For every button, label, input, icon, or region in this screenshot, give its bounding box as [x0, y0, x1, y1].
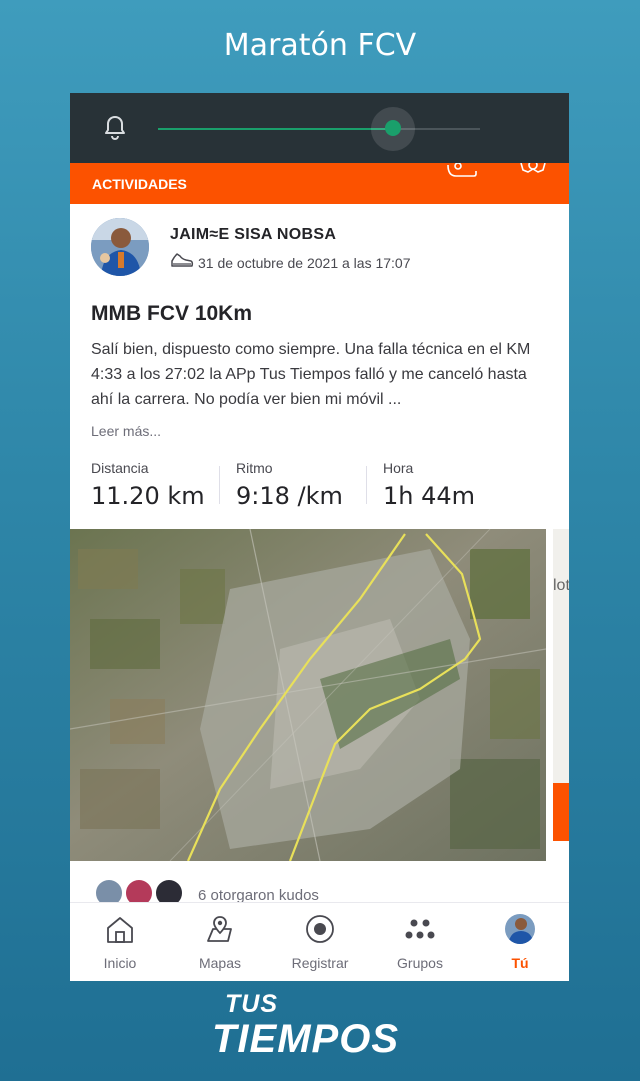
app-screen: ACTIVIDADES JAIM≈E SISA NOBSA 31 de octu…	[70, 93, 569, 981]
kudos-avatar	[94, 878, 124, 902]
tab-label: Mapas	[198, 955, 242, 971]
brightness-slider[interactable]	[158, 107, 480, 151]
stat-label: Ritmo	[236, 460, 273, 476]
activity-description: Salí bien, dispuesto como siempre. Una f…	[91, 341, 531, 408]
notification-bar	[70, 93, 569, 163]
stat-value: 9:18 /km	[236, 482, 343, 510]
groups-icon	[405, 919, 435, 939]
stat-divider	[366, 466, 367, 504]
tab-grupos[interactable]: Grupos	[370, 903, 470, 981]
stat-value: 1h 44m	[383, 482, 476, 510]
record-icon	[306, 915, 334, 943]
profile-avatar	[505, 914, 535, 944]
kudos-count[interactable]: 6 otorgaron kudos	[198, 887, 319, 902]
stat-label: Hora	[383, 460, 414, 476]
tab-label: Inicio	[103, 955, 137, 971]
bottom-tab-bar: Inicio Mapas Registrar Grupos Tú	[70, 902, 569, 981]
chat-icon[interactable]	[444, 163, 478, 179]
stat-label: Distancia	[91, 460, 149, 476]
athlete-avatar[interactable]	[91, 218, 149, 276]
page-title: Maratón FCV	[223, 28, 417, 63]
kudos-avatar	[154, 878, 184, 902]
settings-gear-icon[interactable]	[518, 163, 548, 179]
tab-label: Tú	[511, 955, 529, 971]
tab-label: Registrar	[291, 955, 349, 971]
tab-tu[interactable]: Tú	[470, 903, 569, 981]
brand-logo-line2: TIEMPOS	[212, 1017, 400, 1061]
bell-icon[interactable]	[103, 115, 127, 141]
stat-time: Hora 1h 44m	[383, 460, 475, 510]
tab-mapas[interactable]: Mapas	[170, 903, 270, 981]
tab-registrar[interactable]: Registrar	[270, 903, 370, 981]
stat-divider	[219, 466, 220, 504]
section-label: ACTIVIDADES	[92, 176, 187, 192]
slider-thumb[interactable]	[385, 120, 402, 136]
brand-logo-line1: TUS	[225, 990, 278, 1018]
tab-label: Grupos	[397, 955, 443, 971]
activity-date: 31 de octubre de 2021 a las 17:07	[198, 255, 411, 271]
map-icon	[207, 916, 232, 942]
map-side-accent	[553, 783, 569, 841]
route-map[interactable]	[70, 529, 546, 861]
map-carousel-peek[interactable]: lot	[553, 529, 569, 841]
activities-header: ACTIVIDADES	[70, 163, 569, 204]
home-icon	[107, 917, 133, 943]
slider-fill	[158, 128, 394, 130]
tab-inicio[interactable]: Inicio	[70, 903, 170, 981]
kudos-row[interactable]: 6 otorgaron kudos	[70, 875, 569, 902]
stat-value: 11.20 km	[91, 482, 205, 510]
stat-pace: Ritmo 9:18 /km	[236, 460, 343, 510]
stat-distance: Distancia 11.20 km	[91, 460, 205, 510]
read-more-link[interactable]: Leer más...	[91, 423, 161, 439]
kudos-avatar	[124, 878, 154, 902]
activity-card[interactable]: JAIM≈E SISA NOBSA 31 de octubre de 2021 …	[70, 204, 569, 902]
athlete-name[interactable]: JAIM≈E SISA NOBSA	[170, 226, 336, 244]
activity-title[interactable]: MMB FCV 10Km	[91, 302, 252, 326]
shoe-icon	[171, 253, 194, 267]
map-side-text: lot	[553, 577, 569, 594]
